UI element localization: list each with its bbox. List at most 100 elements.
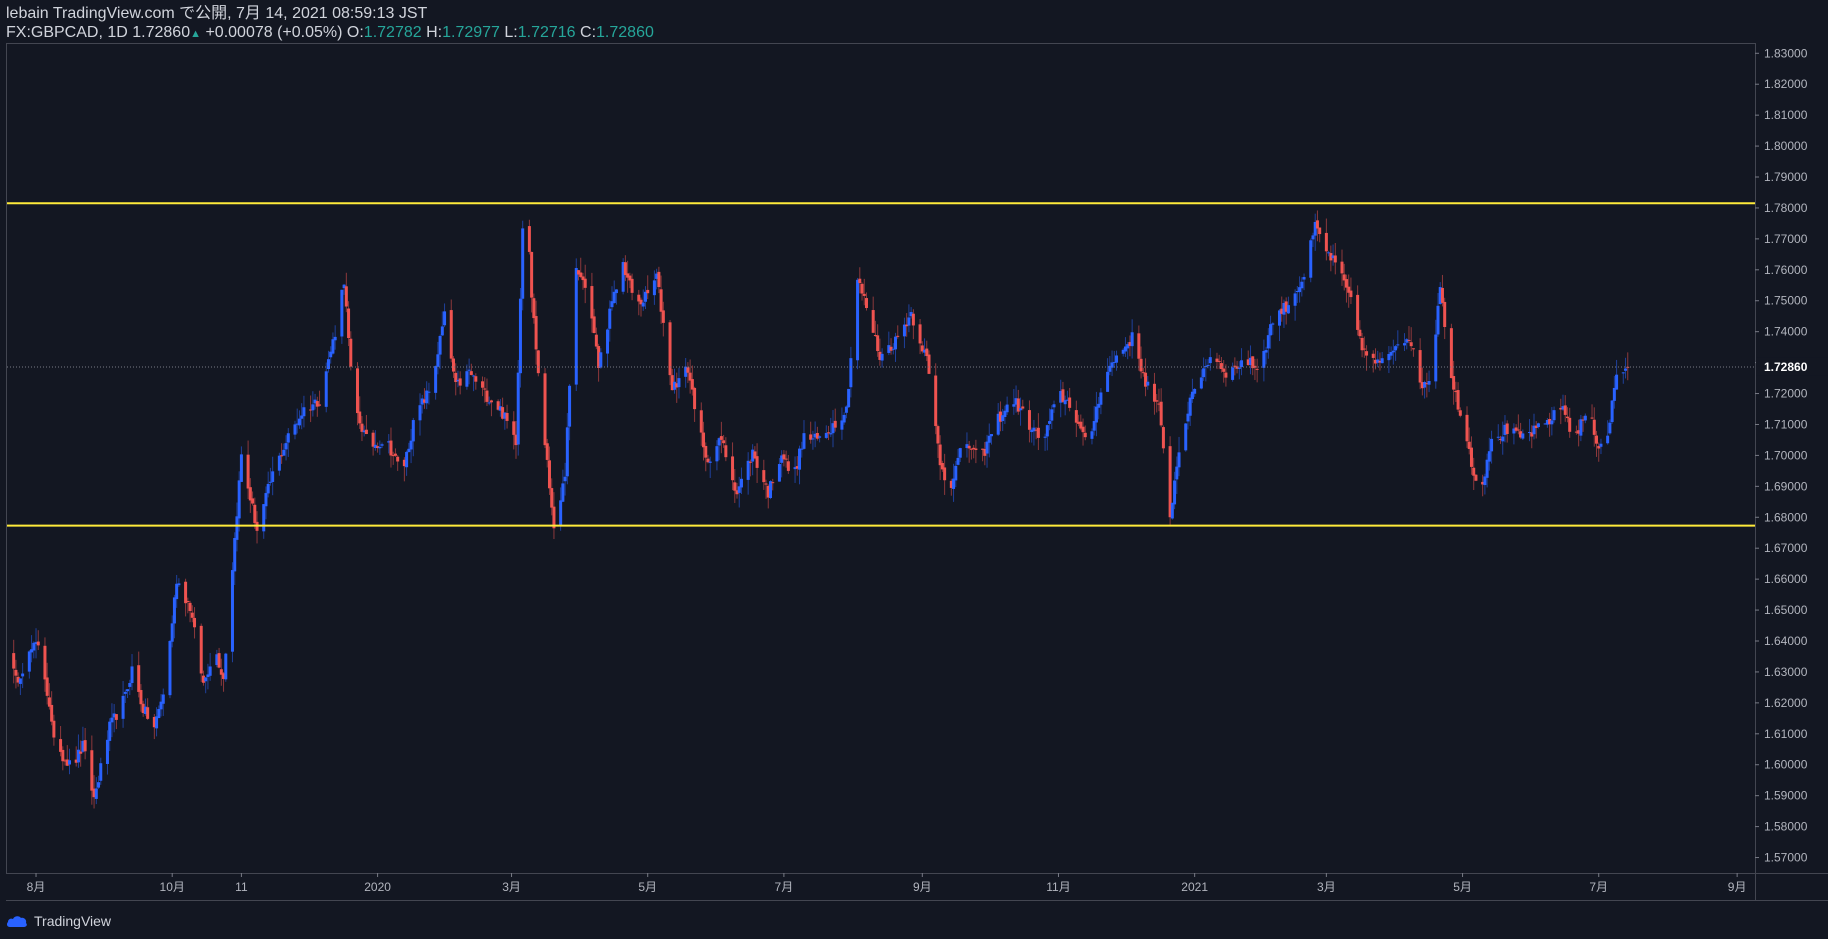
time-tick-label: 10月 (160, 880, 185, 894)
candle-body (277, 455, 281, 471)
time-tick-label: 5月 (638, 880, 657, 894)
price-tick-label: 1.81000 (1764, 108, 1808, 122)
candle-body (1255, 368, 1259, 370)
candle-body (121, 695, 125, 719)
candle-body (1411, 348, 1415, 350)
candle-body (722, 440, 726, 444)
candle-body (659, 289, 663, 312)
candle-body (233, 537, 237, 572)
time-tick-label: 9月 (913, 880, 932, 894)
candle-body (731, 456, 735, 481)
candle-body (349, 338, 353, 367)
candle-body (355, 368, 359, 414)
candle-body (608, 308, 612, 329)
candle-body (32, 642, 36, 651)
candle-body (746, 460, 750, 480)
candle-body (1240, 360, 1244, 368)
candle-body (1474, 474, 1478, 481)
candle-body (443, 311, 447, 326)
candle-body (21, 673, 25, 677)
candle-body (699, 410, 703, 433)
candle-body (137, 665, 141, 692)
candle-body (592, 316, 596, 334)
candle-body (1340, 261, 1344, 274)
candle-body (1427, 380, 1431, 385)
candle-body (139, 690, 143, 705)
candle-body (474, 376, 478, 382)
time-tick-label: 3月 (1317, 880, 1336, 894)
candle-body (1206, 364, 1210, 366)
candle-body (936, 426, 940, 444)
price-tick-label: 1.68000 (1764, 510, 1808, 524)
candle-body (271, 471, 275, 482)
candle-body (251, 498, 255, 504)
time-tick-label: 2020 (364, 880, 391, 894)
candle-body (1389, 352, 1393, 356)
candle-body (521, 228, 525, 299)
time-tick-label: 9月 (1728, 880, 1747, 894)
candle-body (755, 456, 759, 468)
candle-body (1005, 404, 1009, 413)
candle-body (1536, 423, 1540, 428)
candle-body (505, 413, 509, 421)
candle-body (1344, 279, 1348, 288)
candle-body (438, 335, 442, 355)
candlestick-chart[interactable]: 1.57000 1.58000 1.59000 1.60000 1.61000 1.620… (0, 0, 1828, 939)
candle-body (1396, 344, 1400, 346)
candle-body (702, 432, 706, 448)
candle-body (1074, 410, 1078, 423)
candle-body (409, 440, 413, 450)
candle-body (1083, 432, 1087, 438)
price-axis[interactable]: 1.57000 1.58000 1.59000 1.60000 1.61000 1.620… (1755, 46, 1828, 865)
candle-body (36, 641, 40, 646)
candle-body (918, 324, 922, 344)
candle-body (389, 440, 393, 456)
candle-body (1391, 350, 1395, 353)
candle-body (315, 401, 319, 407)
candle-body (1048, 421, 1052, 424)
candle-body (777, 464, 781, 482)
candle-body (1266, 335, 1270, 349)
candle-body (693, 387, 697, 410)
candle-body (1021, 406, 1025, 409)
levels-layer (7, 202, 1755, 527)
candle-body (483, 388, 487, 390)
footer-brand[interactable]: TradingView (6, 910, 111, 932)
candle-body (177, 583, 181, 586)
time-axis[interactable]: 8月 10月 11 2020 3月 5月 7月 9月 11月 2021 3月 5月 7月 9月 (27, 873, 1747, 894)
candle-body (1311, 235, 1315, 240)
candle-body (284, 443, 288, 450)
candle-body (1068, 397, 1072, 408)
candle-body (239, 454, 243, 482)
candle-body (943, 467, 947, 481)
candle-body (52, 720, 56, 738)
price-tick-label: 1.80000 (1764, 139, 1808, 153)
candle-body (1269, 324, 1273, 336)
candle-body (262, 504, 266, 532)
candle-body (12, 653, 16, 669)
price-tick-label: 1.71000 (1764, 417, 1808, 431)
candle-body (550, 488, 554, 508)
price-tick-label: 1.63000 (1764, 665, 1808, 679)
candle-body (530, 251, 534, 298)
candle-body (527, 226, 531, 252)
candle-body (811, 438, 815, 440)
candle-body (798, 448, 802, 470)
candle-body (449, 310, 453, 359)
candle-body (1152, 383, 1156, 402)
candle-body (1356, 294, 1360, 330)
price-tick-label: 1.57000 (1764, 851, 1808, 865)
time-tick-label: 3月 (502, 880, 521, 894)
candle-body (68, 760, 72, 765)
candle-body (161, 694, 165, 704)
candle-body (43, 645, 47, 680)
candle-body (1286, 305, 1290, 314)
candle-body (489, 400, 493, 403)
candle-body (224, 653, 228, 680)
candle-body (748, 461, 752, 463)
candle-body (405, 451, 409, 468)
candle-body (469, 371, 473, 375)
price-tick-label: 1.61000 (1764, 727, 1808, 741)
candle-body (235, 516, 239, 540)
last-price-badge-label: 1.72860 (1764, 360, 1808, 374)
